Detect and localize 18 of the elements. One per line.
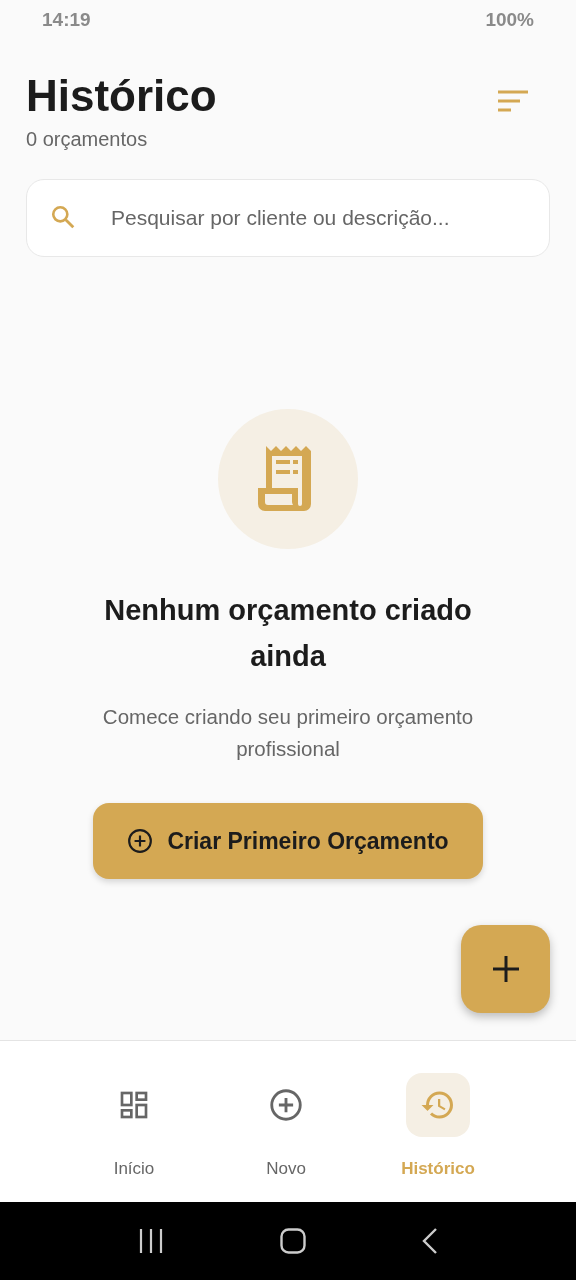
quote-count: 0 orçamentos	[26, 128, 149, 151]
add-circle-icon	[127, 828, 154, 854]
recent-apps-icon[interactable]	[138, 1229, 164, 1253]
create-quote-button[interactable]: Criar Primeiro Orçamento	[93, 803, 483, 879]
nav-tab[interactable]: Novo	[210, 1041, 362, 1202]
add-circle-icon	[267, 1086, 305, 1124]
nav-tab[interactable]: Início	[58, 1041, 210, 1202]
dashboard-icon	[118, 1089, 150, 1121]
status-time: 14:19	[42, 9, 91, 31]
search-field[interactable]: Pesquisar por cliente ou descrição...	[26, 179, 550, 257]
battery-level: 100%	[485, 9, 534, 31]
empty-title: Nenhum orçamento criado ainda	[103, 593, 473, 674]
page-title: Histórico	[26, 70, 217, 122]
plus-icon	[490, 954, 521, 984]
empty-description: Comece criando seu primeiro orçamento profissional	[101, 704, 475, 762]
add-button[interactable]	[461, 925, 550, 1013]
back-icon[interactable]	[422, 1227, 438, 1255]
home-icon[interactable]	[280, 1228, 306, 1254]
